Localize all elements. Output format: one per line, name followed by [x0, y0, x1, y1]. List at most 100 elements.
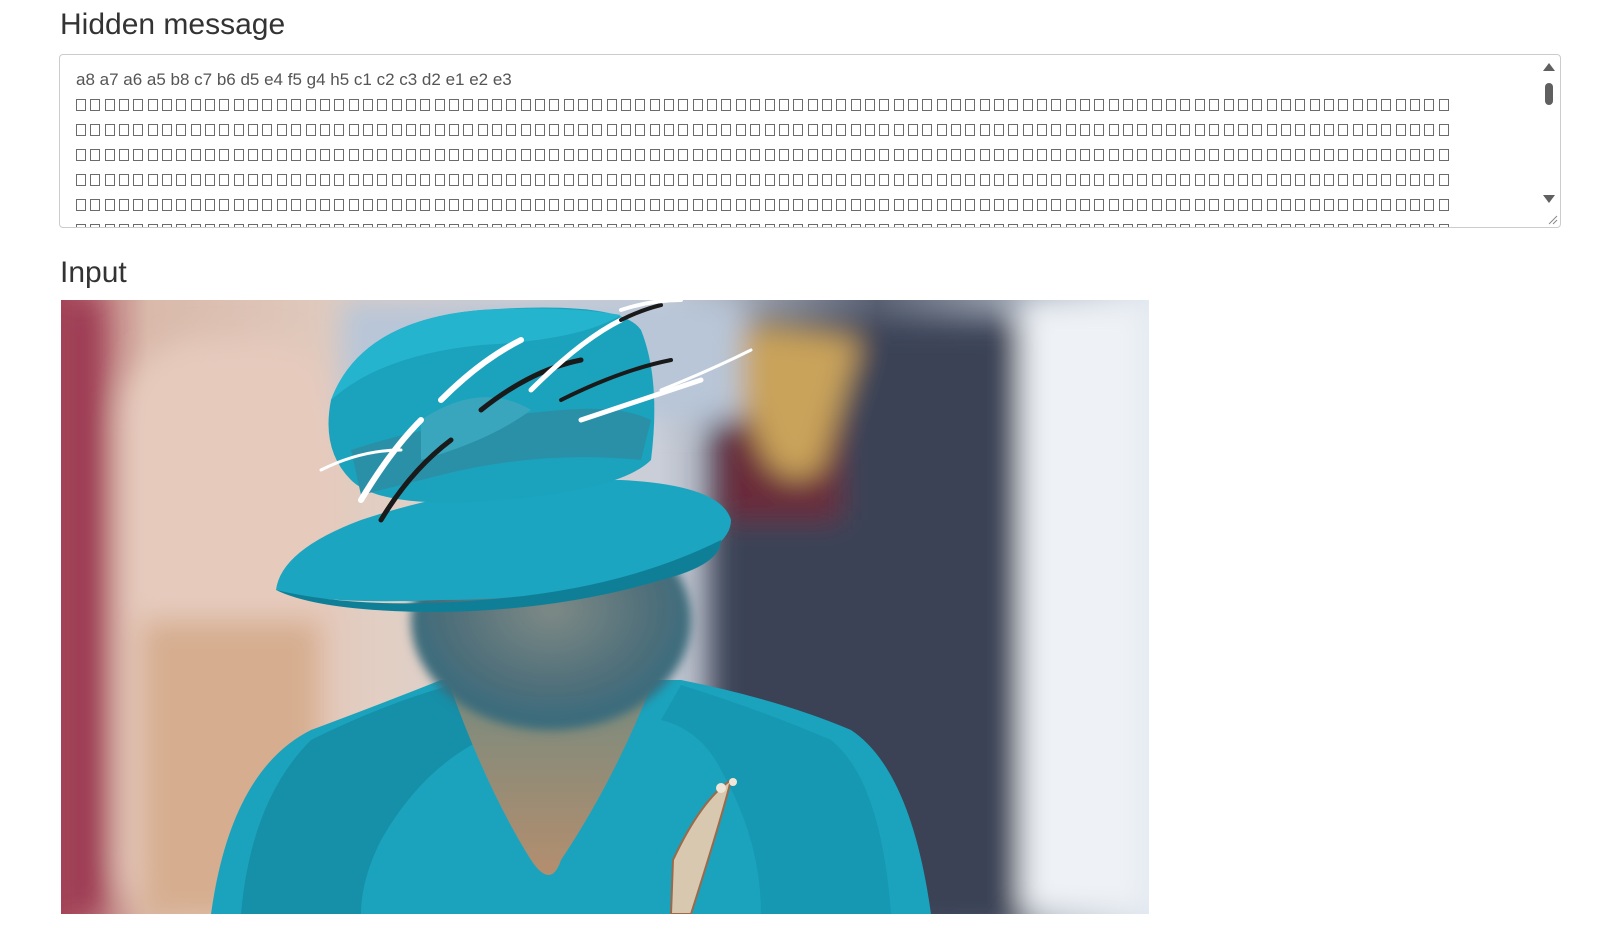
glyph-box — [319, 223, 330, 227]
glyph-box — [606, 198, 617, 211]
glyph-box — [104, 123, 115, 136]
glyph-box — [291, 148, 302, 161]
glyph-box — [248, 123, 259, 136]
glyph-box — [291, 198, 302, 211]
glyph-box — [750, 173, 761, 186]
glyph-box — [1438, 98, 1449, 111]
glyph-box — [1395, 148, 1406, 161]
glyph-box — [1223, 223, 1234, 227]
glyph-box — [1094, 98, 1105, 111]
glyph-box — [1194, 123, 1205, 136]
glyph-box — [1352, 173, 1363, 186]
glyph-box — [319, 98, 330, 111]
glyph-box — [893, 98, 904, 111]
glyph-box — [635, 148, 646, 161]
glyph-box — [578, 223, 589, 227]
glyph-box — [219, 98, 230, 111]
glyph-box — [176, 223, 187, 227]
glyph-box — [162, 223, 173, 227]
glyph-box — [1151, 223, 1162, 227]
glyph-box — [1051, 223, 1062, 227]
glyph-box — [434, 223, 445, 227]
glyph-box — [362, 198, 373, 211]
glyph-box — [377, 98, 388, 111]
resize-grip-icon[interactable] — [1546, 213, 1558, 225]
input-image — [61, 300, 1149, 914]
glyph-box — [793, 173, 804, 186]
glyph-box — [1295, 223, 1306, 227]
glyph-box — [1352, 123, 1363, 136]
glyph-box — [1352, 198, 1363, 211]
glyph-box — [1409, 173, 1420, 186]
glyph-box — [592, 98, 603, 111]
triangle-up-icon[interactable] — [1543, 63, 1555, 71]
scrollbar-thumb[interactable] — [1545, 83, 1553, 105]
glyph-box — [707, 198, 718, 211]
glyph-box — [1266, 123, 1277, 136]
glyph-box — [864, 148, 875, 161]
glyph-box — [950, 123, 961, 136]
glyph-box — [778, 123, 789, 136]
glyph-box — [348, 223, 359, 227]
glyph-box — [1338, 123, 1349, 136]
glyph-box — [1223, 98, 1234, 111]
glyph-box — [405, 123, 416, 136]
glyph-box — [477, 148, 488, 161]
glyph-box — [1065, 148, 1076, 161]
hidden-message-text[interactable]: a8 a7 a6 a5 b8 c7 b6 d5 e4 f5 g4 h5 c1 c… — [76, 67, 1524, 227]
glyph-box — [262, 148, 273, 161]
glyph-box — [1137, 198, 1148, 211]
glyph-box — [1166, 198, 1177, 211]
glyph-box — [907, 223, 918, 227]
glyph-box — [606, 123, 617, 136]
glyph-box — [549, 223, 560, 227]
glyph-box — [692, 173, 703, 186]
textarea-scrollbar[interactable] — [1540, 57, 1558, 209]
glyph-box — [1438, 223, 1449, 227]
glyph-box — [348, 148, 359, 161]
glyph-box — [219, 198, 230, 211]
glyph-box — [994, 98, 1004, 111]
glyph-box — [1381, 123, 1392, 136]
glyph-box — [907, 148, 918, 161]
glyph-box — [1237, 123, 1248, 136]
glyph-box — [1194, 98, 1205, 111]
glyph-box — [1022, 173, 1033, 186]
glyph-box — [1266, 223, 1277, 227]
glyph-box — [1338, 98, 1349, 111]
glyph-box — [520, 148, 531, 161]
glyph-box — [549, 198, 560, 211]
glyph-box — [477, 223, 488, 227]
glyph-box — [678, 223, 689, 227]
glyph-box — [1037, 223, 1048, 227]
glyph-box — [119, 98, 130, 111]
glyph-box — [750, 198, 761, 211]
glyph-box — [362, 123, 373, 136]
triangle-down-icon[interactable] — [1543, 195, 1555, 203]
glyph-box — [104, 98, 115, 111]
glyph-box — [1424, 198, 1435, 211]
glyph-box — [721, 123, 732, 136]
glyph-box — [491, 98, 502, 111]
glyph-box — [1008, 198, 1019, 211]
glyph-box — [1237, 148, 1248, 161]
glyph-box — [1194, 223, 1205, 227]
glyph-box — [190, 198, 201, 211]
glyph-box — [1295, 173, 1306, 186]
glyph-box — [750, 223, 761, 227]
glyph-box — [1108, 223, 1119, 227]
glyph-box — [1123, 173, 1134, 186]
glyph-box — [850, 98, 861, 111]
glyph-box — [1252, 98, 1263, 111]
glyph-box — [162, 123, 173, 136]
glyph-box — [1409, 148, 1420, 161]
glyph-box — [147, 123, 158, 136]
glyph-box — [1280, 148, 1291, 161]
glyph-box — [262, 98, 273, 111]
glyph-box — [979, 173, 990, 186]
glyph-box — [1065, 98, 1076, 111]
glyph-box — [907, 173, 918, 186]
glyph-box — [1266, 198, 1277, 211]
glyph-box — [1252, 148, 1263, 161]
hidden-message-textarea[interactable]: a8 a7 a6 a5 b8 c7 b6 d5 e4 f5 g4 h5 c1 c… — [59, 54, 1561, 228]
